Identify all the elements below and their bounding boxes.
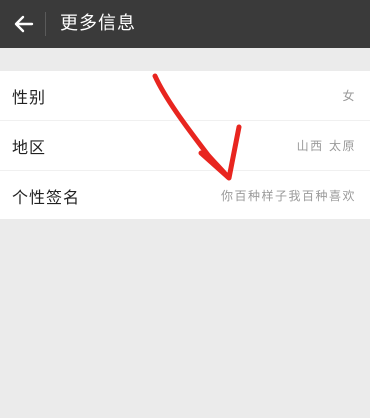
region-value: 山西 太原 (296, 139, 356, 153)
info-list: 性别 女 地区 山西 太原 个性签名 你百种样子我百种喜欢 (0, 71, 370, 219)
info-row-signature[interactable]: 个性签名 你百种样子我百种喜欢 (0, 170, 370, 220)
region-label: 地区 (12, 137, 47, 157)
app-header: 更多信息 (0, 0, 370, 48)
signature-label: 个性签名 (12, 187, 81, 207)
arrow-left-icon (14, 15, 34, 33)
gender-label: 性别 (12, 87, 47, 107)
gender-value: 女 (342, 89, 356, 103)
signature-value: 你百种样子我百种喜欢 (220, 189, 356, 203)
info-row-gender[interactable]: 性别 女 (0, 71, 370, 120)
page-title: 更多信息 (60, 13, 136, 34)
header-divider (45, 12, 46, 36)
info-row-region[interactable]: 地区 山西 太原 (0, 120, 370, 170)
back-button[interactable] (8, 8, 40, 40)
